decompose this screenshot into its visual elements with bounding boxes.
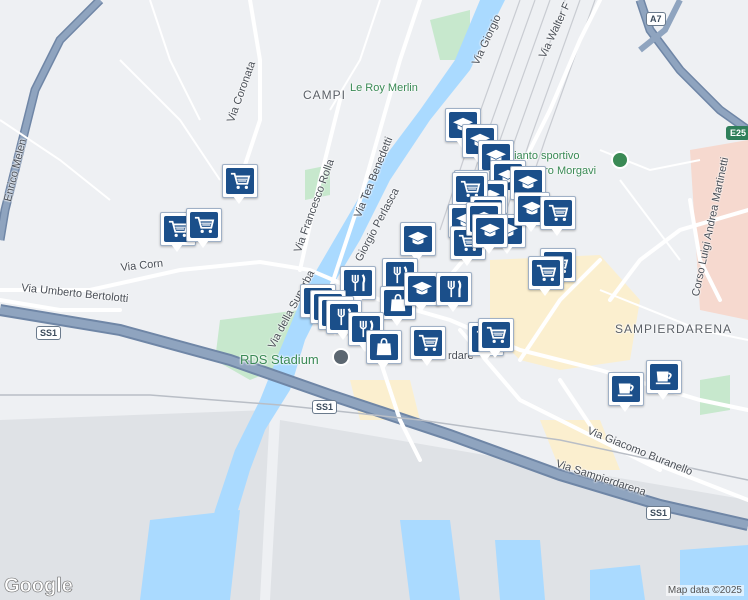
poi-label-uro-morgavi[interactable]: uro Morgavi bbox=[538, 165, 596, 177]
map-marker-cart[interactable] bbox=[222, 164, 258, 204]
school-icon bbox=[408, 276, 436, 302]
route-shield-ss1: SS1 bbox=[646, 506, 672, 520]
google-logo[interactable]: Google bbox=[4, 575, 73, 598]
shopping-cart-icon bbox=[482, 322, 510, 348]
sea bbox=[590, 565, 645, 600]
restaurant-icon bbox=[344, 270, 372, 296]
map-marker-school[interactable] bbox=[472, 214, 508, 254]
shopping-cart-icon bbox=[544, 200, 572, 226]
shopping-cart-icon bbox=[226, 168, 254, 194]
map-marker-cart[interactable] bbox=[186, 208, 222, 248]
restaurant-icon bbox=[440, 276, 468, 302]
map-marker-cart[interactable] bbox=[528, 256, 564, 296]
map-marker-coffee[interactable] bbox=[646, 360, 682, 400]
sports-pin-icon[interactable] bbox=[611, 151, 629, 169]
route-shield-ss1: SS1 bbox=[36, 326, 62, 340]
shopping-cart-icon bbox=[414, 330, 442, 356]
coffee-icon bbox=[650, 364, 678, 390]
map-marker-shop[interactable] bbox=[366, 330, 402, 370]
route-shield-a7: A7 bbox=[646, 12, 666, 26]
school-icon bbox=[476, 218, 504, 244]
sea bbox=[495, 540, 545, 600]
map-marker-restaurant[interactable] bbox=[436, 272, 472, 312]
district-label-sampierdarena: SAMPIERDARENA bbox=[615, 322, 733, 336]
shopping-cart-icon bbox=[532, 260, 560, 286]
poi-label-le-roy-merlin[interactable]: Le Roy Merlin bbox=[350, 82, 418, 94]
sea bbox=[400, 520, 460, 600]
poi-label-rds-stadium[interactable]: RDS Stadium bbox=[240, 352, 319, 367]
route-shield-e25: E25 bbox=[726, 126, 748, 140]
sea bbox=[140, 510, 240, 600]
map-marker-coffee[interactable] bbox=[608, 372, 644, 412]
route-shield-ss1: SS1 bbox=[312, 400, 338, 414]
shopping-bag-icon bbox=[370, 334, 398, 360]
coffee-icon bbox=[612, 376, 640, 402]
map-marker-cart[interactable] bbox=[540, 196, 576, 236]
map-marker-cart[interactable] bbox=[410, 326, 446, 366]
park-area bbox=[700, 375, 730, 415]
map-attribution[interactable]: Map data ©2025 bbox=[665, 585, 744, 596]
map-marker-cart[interactable] bbox=[478, 318, 514, 358]
map-marker-school[interactable] bbox=[400, 222, 436, 262]
map-marker-school[interactable] bbox=[404, 272, 440, 312]
district-label-campi: CAMPI bbox=[303, 88, 347, 102]
school-icon bbox=[404, 226, 432, 252]
shopping-cart-icon bbox=[190, 212, 218, 238]
